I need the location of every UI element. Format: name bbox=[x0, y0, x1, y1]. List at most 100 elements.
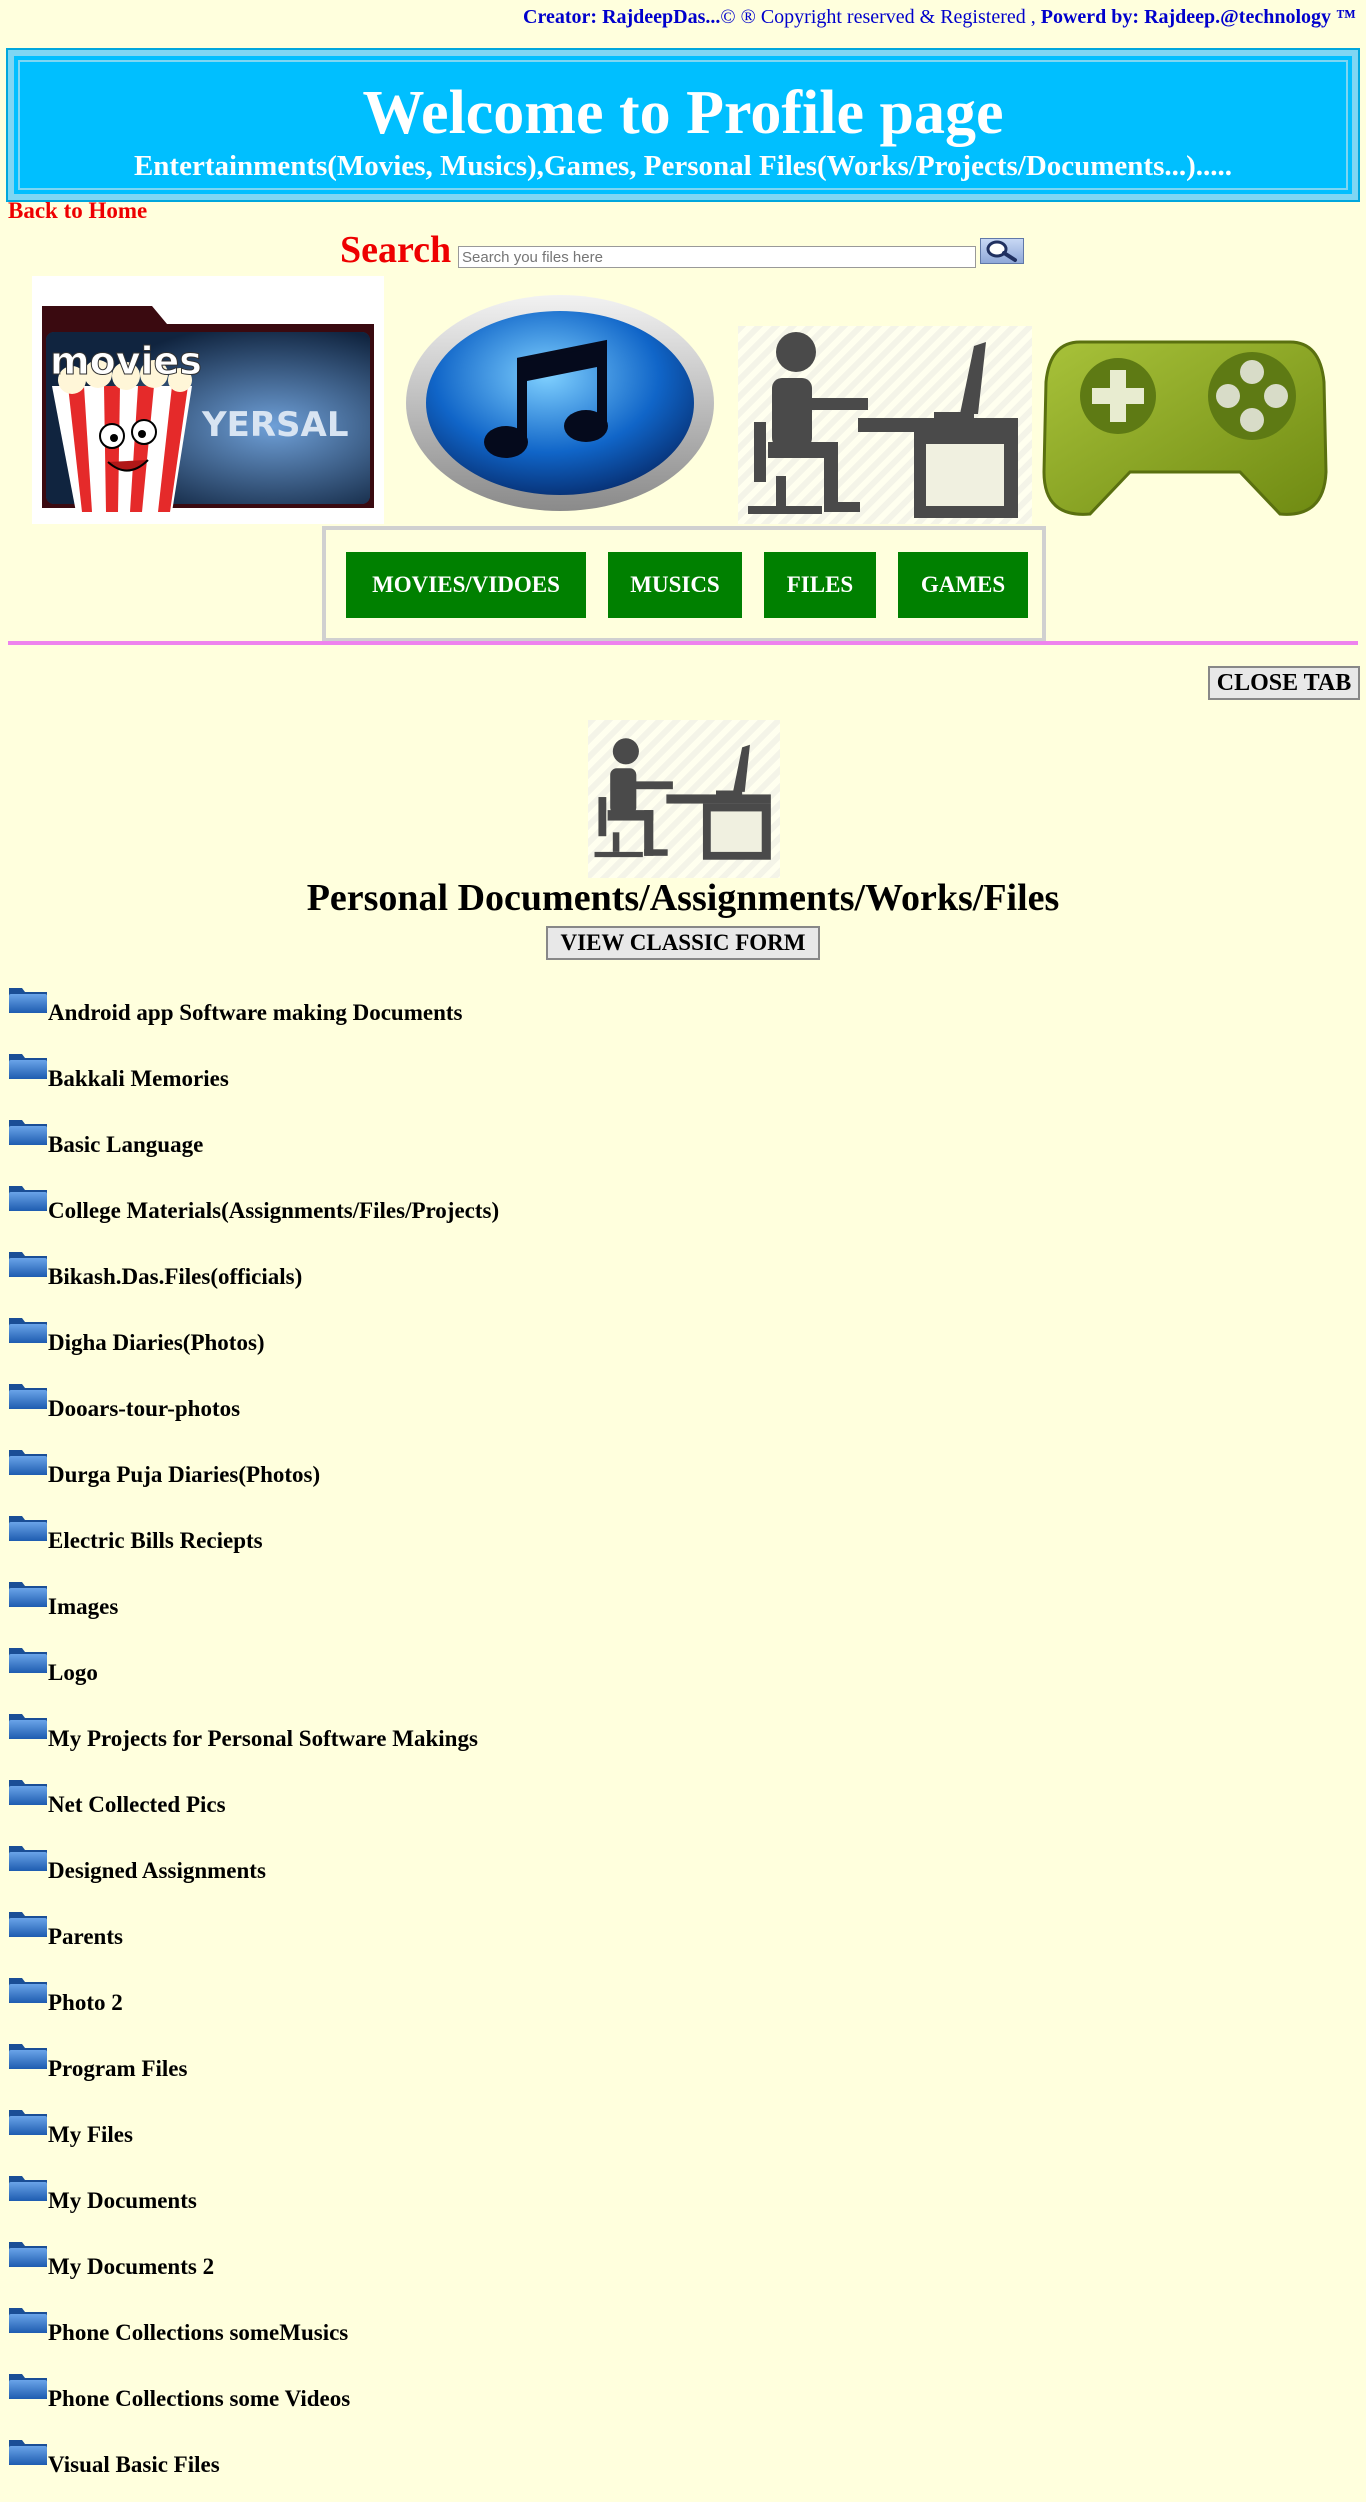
folder-name: Basic Language bbox=[48, 1132, 204, 1157]
folder-name: Images bbox=[48, 1594, 119, 1619]
folder-list-item[interactable]: Images bbox=[8, 1578, 499, 1644]
folder-icon bbox=[9, 2308, 47, 2333]
folder-icon bbox=[9, 2242, 47, 2267]
folder-list-item[interactable]: Visual Basic Files bbox=[8, 2436, 499, 2502]
music-note-icon bbox=[406, 295, 714, 511]
welcome-banner: Welcome to Profile page Entertainments(M… bbox=[6, 48, 1360, 202]
games-tile[interactable] bbox=[1040, 322, 1330, 522]
folder-list-item[interactable]: Basic Language bbox=[8, 1116, 499, 1182]
folder-list-item[interactable]: Electric Bills Reciepts bbox=[8, 1512, 499, 1578]
folder-icon bbox=[9, 1318, 47, 1343]
folder-name: My Documents 2 bbox=[48, 2254, 215, 2279]
folder-name: Logo bbox=[48, 1660, 98, 1685]
folder-list-item[interactable]: Photo 2 bbox=[8, 1974, 499, 2040]
folder-name: Android app Software making Documents bbox=[48, 1000, 463, 1025]
banner-inner-border bbox=[18, 60, 1348, 190]
folder-name: Photo 2 bbox=[48, 1990, 123, 2015]
movies-tile[interactable]: movies YERSAL bbox=[32, 276, 384, 524]
folder-icon bbox=[9, 2110, 47, 2135]
search-input[interactable] bbox=[458, 246, 976, 268]
folder-name: Phone Collections some Videos bbox=[48, 2386, 351, 2411]
folder-icon bbox=[9, 1978, 47, 2003]
folder-icon bbox=[9, 1252, 47, 1277]
copyright-text: © ® Copyright reserved & Registered , bbox=[720, 6, 1036, 28]
folder-list-item[interactable]: Bakkali Memories bbox=[8, 1050, 499, 1116]
folder-icon bbox=[9, 2176, 47, 2201]
folder-list-item[interactable]: Phone Collections some Videos bbox=[8, 2370, 499, 2436]
nav-musics-button[interactable]: MUSICS bbox=[608, 552, 742, 618]
folder-icon bbox=[9, 1120, 47, 1145]
folder-name: My Files bbox=[48, 2122, 133, 2147]
gamepad-icon bbox=[1042, 340, 1328, 516]
folder-icon bbox=[9, 1582, 47, 1607]
folder-name: Bakkali Memories bbox=[48, 1066, 229, 1091]
folder-name: Bikash.Das.Files(officials) bbox=[48, 1264, 303, 1289]
nav-files-button[interactable]: FILES bbox=[764, 552, 876, 618]
folder-list-item[interactable]: Designed Assignments bbox=[8, 1842, 499, 1908]
folder-icon bbox=[9, 1450, 47, 1475]
folder-list-item[interactable]: Dooars-tour-photos bbox=[8, 1380, 499, 1446]
search-button[interactable] bbox=[980, 238, 1024, 264]
folder-list-item[interactable]: Program Files bbox=[8, 2040, 499, 2106]
folder-icon bbox=[9, 1186, 47, 1211]
folder-name: Program Files bbox=[48, 2056, 188, 2081]
folder-list: Android app Software making Documents Ba… bbox=[8, 984, 499, 2502]
folder-icon bbox=[9, 1912, 47, 1937]
view-classic-form-button[interactable]: VIEW CLASSIC FORM bbox=[546, 926, 820, 960]
folder-name: Digha Diaries(Photos) bbox=[48, 1330, 265, 1355]
folder-list-item[interactable]: College Materials(Assignments/Files/Proj… bbox=[8, 1182, 499, 1248]
folder-name: Electric Bills Reciepts bbox=[48, 1528, 263, 1553]
folder-icon bbox=[9, 1516, 47, 1541]
folder-name: Parents bbox=[48, 1924, 123, 1949]
folder-icon bbox=[9, 1648, 47, 1673]
folder-name: Dooars-tour-photos bbox=[48, 1396, 241, 1421]
person-at-desk-icon bbox=[748, 332, 1018, 518]
creator-text: Creator: RajdeepDas... bbox=[523, 6, 721, 28]
nav-games-button[interactable]: GAMES bbox=[898, 552, 1028, 618]
credits-line: Creator: RajdeepDas...© ® Copyright rese… bbox=[523, 6, 1356, 29]
section-title: Personal Documents/Assignments/Works/Fil… bbox=[306, 877, 1060, 919]
movies-tile-text: movies bbox=[50, 339, 202, 383]
folder-list-item[interactable]: Digha Diaries(Photos) bbox=[8, 1314, 499, 1380]
section-icon bbox=[588, 720, 780, 878]
folder-name: Net Collected Pics bbox=[48, 1792, 226, 1817]
close-tab-button[interactable]: CLOSE TAB bbox=[1208, 666, 1360, 700]
folder-icon bbox=[9, 2440, 47, 2465]
powered-text: Powerd by: Rajdeep.@technology ™ bbox=[1040, 6, 1356, 28]
folder-name: College Materials(Assignments/Files/Proj… bbox=[48, 1198, 500, 1223]
folder-list-item[interactable]: Logo bbox=[8, 1644, 499, 1710]
back-to-home-link[interactable]: Back to Home bbox=[8, 198, 147, 224]
folder-name: My Projects for Personal Software Making… bbox=[48, 1726, 478, 1751]
magnifier-icon bbox=[986, 240, 1017, 262]
folder-list-item[interactable]: Phone Collections someMusics bbox=[8, 2304, 499, 2370]
category-nav: MOVIES/VIDOES MUSICS FILES GAMES bbox=[322, 526, 1046, 642]
music-tile[interactable] bbox=[402, 290, 718, 516]
folder-name: Visual Basic Files bbox=[48, 2452, 220, 2477]
folder-list-item[interactable]: My Documents 2 bbox=[8, 2238, 499, 2304]
folder-list-item[interactable]: Durga Puja Diaries(Photos) bbox=[8, 1446, 499, 1512]
folder-icon bbox=[9, 1846, 47, 1871]
folder-name: Durga Puja Diaries(Photos) bbox=[48, 1462, 321, 1487]
files-tile[interactable] bbox=[738, 326, 1032, 524]
folder-list-item[interactable]: My Files bbox=[8, 2106, 499, 2172]
folder-list-item[interactable]: Net Collected Pics bbox=[8, 1776, 499, 1842]
person-at-desk-icon bbox=[594, 738, 771, 860]
movies-folder-popcorn-icon: movies YERSAL bbox=[42, 306, 374, 512]
folder-list-item[interactable]: Bikash.Das.Files(officials) bbox=[8, 1248, 499, 1314]
movies-tile-subtext: YERSAL bbox=[201, 405, 349, 445]
folder-list-item[interactable]: Parents bbox=[8, 1908, 499, 1974]
folder-icon bbox=[9, 1054, 47, 1079]
folder-list-item[interactable]: My Documents bbox=[8, 2172, 499, 2238]
folder-name: My Documents bbox=[48, 2188, 197, 2213]
folder-icon bbox=[9, 988, 47, 1013]
folder-icon bbox=[9, 2374, 47, 2399]
folder-icon bbox=[9, 1780, 47, 1805]
folder-name: Designed Assignments bbox=[48, 1858, 266, 1883]
folder-icon bbox=[9, 1714, 47, 1739]
folder-name: Phone Collections someMusics bbox=[48, 2320, 349, 2345]
nav-movies-button[interactable]: MOVIES/VIDOES bbox=[346, 552, 586, 618]
folder-list-item[interactable]: My Projects for Personal Software Making… bbox=[8, 1710, 499, 1776]
folder-list-item[interactable]: Android app Software making Documents bbox=[8, 984, 499, 1050]
section-divider bbox=[8, 641, 1358, 645]
folder-icon bbox=[9, 1384, 47, 1409]
